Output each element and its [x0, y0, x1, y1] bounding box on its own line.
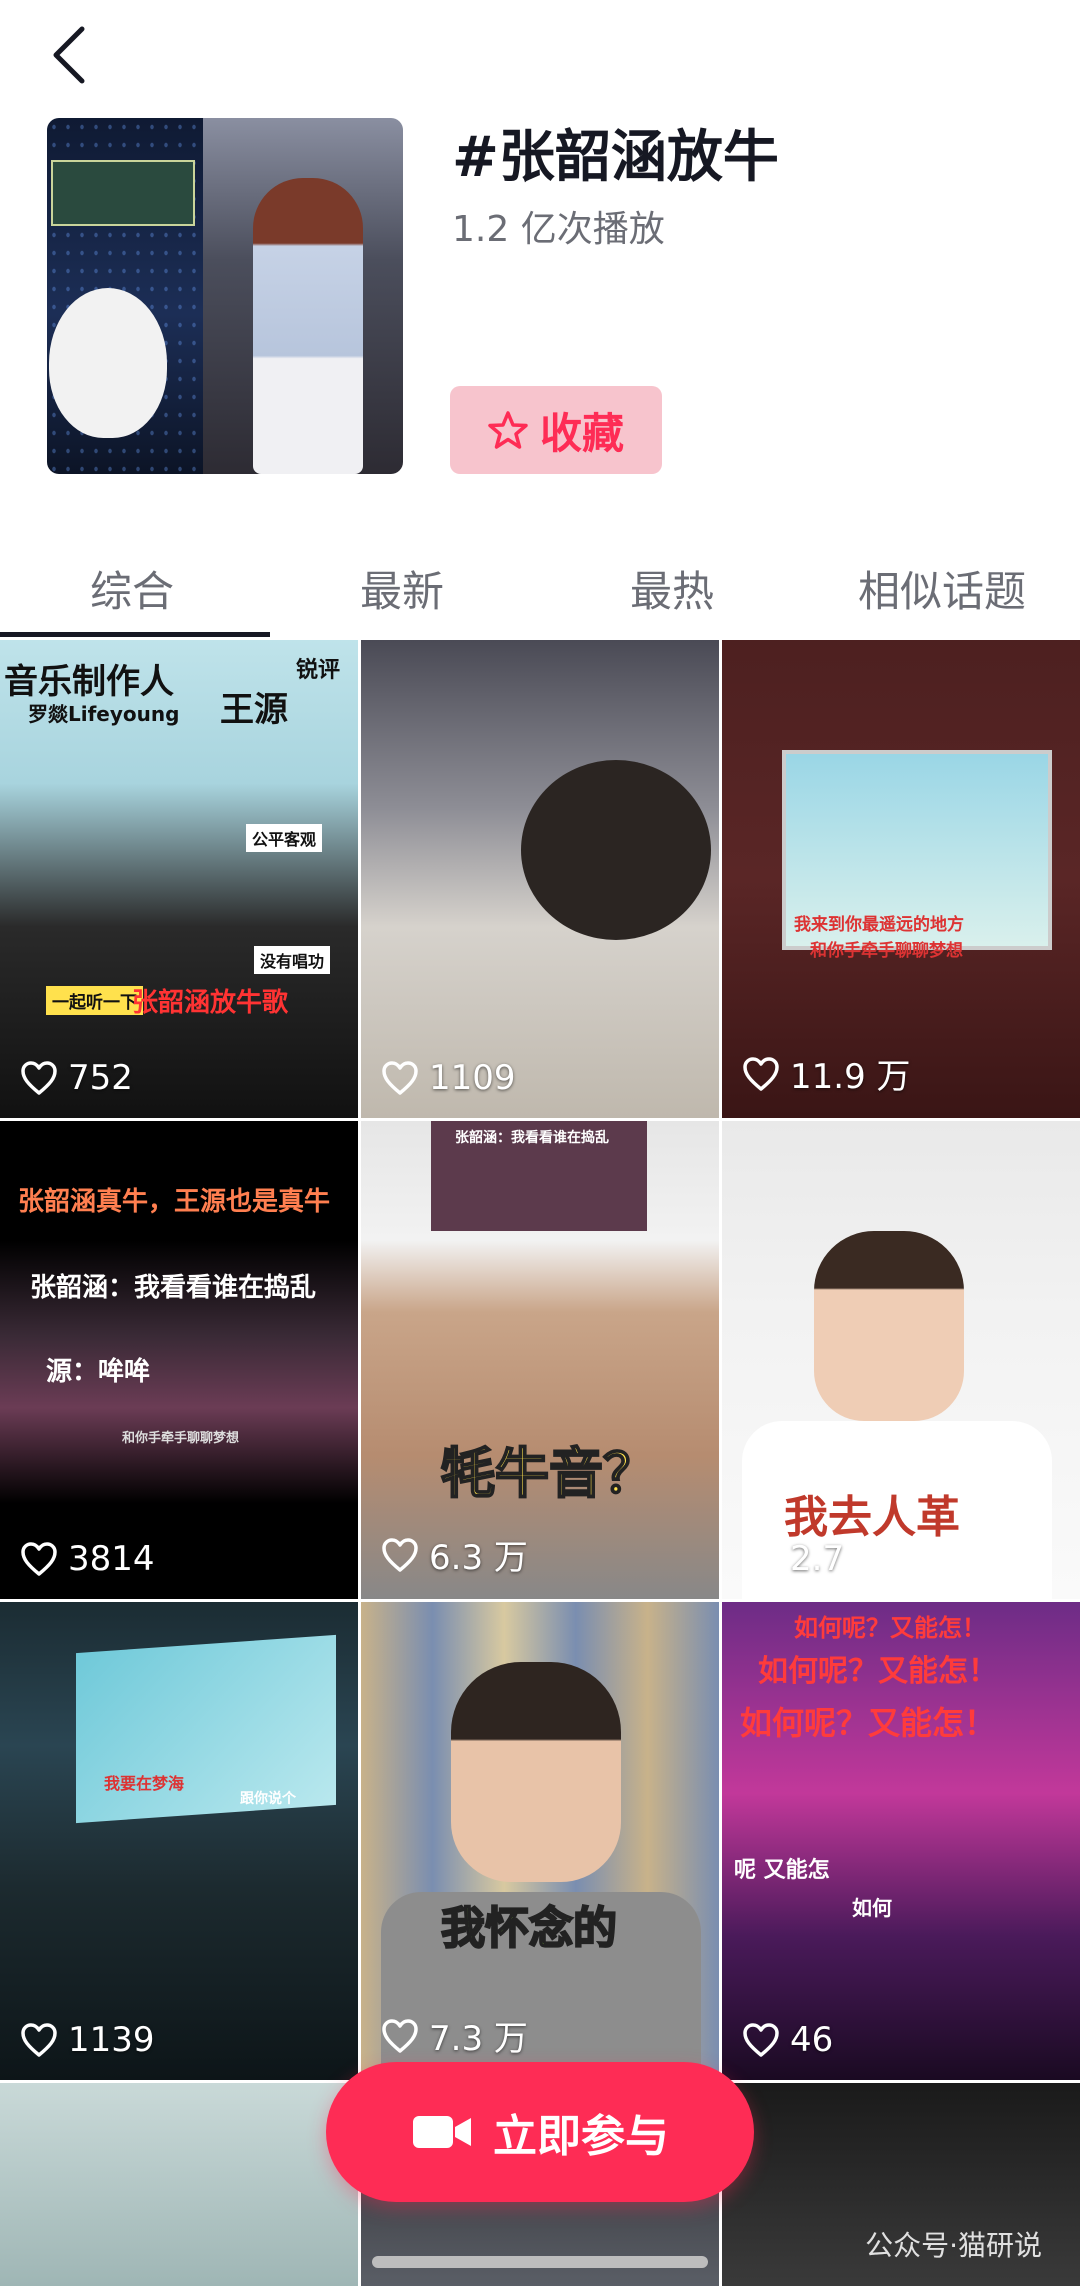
overlay-text: 张韶涵：我看看谁在捣乱 [30, 1273, 317, 1303]
video-tile[interactable]: 音乐制作人 锐评 罗燚Lifeyoung 王源 公平客观 没有唱功 一起听一下 … [0, 640, 358, 1118]
overlay-text: 如何呢？又能怎！ [758, 1654, 998, 1689]
like-count: 6.3 万 [381, 1530, 528, 1579]
heart-outline-icon [743, 2023, 779, 2057]
overlay-text: 没有唱功 [254, 946, 331, 974]
tab-similar-topics[interactable]: 相似话题 [858, 558, 1026, 619]
like-count: 46 [742, 2020, 833, 2060]
overlay-text: 牦牛音？ [440, 1441, 658, 1506]
topic-cover-image [47, 118, 403, 474]
tab-hottest[interactable]: 最热 [630, 558, 714, 619]
home-indicator [372, 2256, 708, 2268]
overlay-text: 我怀念的 [440, 1902, 618, 1955]
heart-outline-icon [382, 1061, 418, 1095]
video-tile[interactable]: 1109 [361, 640, 719, 1118]
like-count: 1139 [20, 2020, 155, 2060]
overlay-text: 呢 又能怎 [734, 1858, 830, 1883]
overlay-text: 如何呢？又能怎！ [740, 1704, 997, 1742]
overlay-text: 一起听一下 [46, 986, 143, 1015]
overlay-text: 张韶涵真牛，王源也是真牛 [18, 1187, 331, 1217]
overlay-text: 如何 [852, 1896, 892, 1920]
video-tile[interactable]: 我要在梦海 跟你说个 1139 [0, 1602, 358, 2080]
video-tile[interactable]: 我怀念的 7.3 万 [361, 1602, 719, 2080]
overlay-text: 我去人革 [784, 1492, 960, 1543]
heart-outline-icon [382, 1537, 418, 1572]
heart-outline-icon [21, 1061, 57, 1095]
join-now-button[interactable]: 立即参与 [326, 2062, 754, 2202]
overlay-text: 如何呢？又能怎！ [794, 1614, 986, 1642]
watermark: 公众号·猫研说 [865, 2229, 1042, 2262]
video-tile[interactable]: 我来到你最遥远的地方 和你手牵手聊聊梦想 11.9 万 [722, 640, 1080, 1118]
overlay-text: 源：哞哞 [46, 1357, 151, 1387]
video-tile[interactable]: 张韶涵：我看看谁在捣乱 牦牛音？ 6.3 万 [361, 1121, 719, 1599]
overlay-text: 锐评 [296, 658, 341, 683]
heart-outline-icon [743, 1542, 779, 1576]
overlay-text: 跟你说个 [240, 1791, 296, 1807]
tab-latest[interactable]: 最新 [360, 558, 444, 619]
back-button[interactable] [40, 20, 100, 90]
video-tile[interactable]: 我去人革 2.7 [722, 1121, 1080, 1599]
overlay-text: 张韶涵放牛歌 [132, 988, 289, 1018]
like-count: 2.7 [742, 1539, 844, 1579]
heart-outline-icon [743, 1056, 779, 1091]
star-outline-icon [488, 411, 528, 449]
tab-comprehensive[interactable]: 综合 [90, 558, 174, 619]
favorite-label: 收藏 [539, 408, 624, 458]
active-tab-indicator [0, 632, 270, 637]
join-now-label: 立即参与 [493, 2111, 669, 2162]
overlay-text: 我来到你最遥远的地方 [794, 915, 964, 935]
play-count: 1.2 亿次播放 [452, 209, 665, 250]
heart-outline-icon [382, 2018, 418, 2053]
like-count: 3814 [20, 1539, 155, 1579]
overlay-text: 张韶涵：我看看谁在捣乱 [455, 1130, 609, 1146]
like-count: 11.9 万 [742, 1049, 911, 1098]
tab-bar: 综合 最新 最热 相似话题 [0, 540, 1080, 640]
overlay-text: 音乐制作人 [4, 662, 174, 702]
topic-title: #张韶涵放牛 [452, 125, 779, 190]
heart-outline-icon [21, 2023, 57, 2057]
heart-outline-icon [21, 1542, 57, 1576]
video-camera-icon [413, 2116, 471, 2148]
overlay-text: 和你手牵手聊聊梦想 [810, 941, 963, 961]
like-count: 1109 [381, 1058, 516, 1098]
overlay-text: 罗燚Lifeyoung [28, 702, 180, 726]
video-tile[interactable]: 如何呢？又能怎！ 如何呢？又能怎！ 如何呢？又能怎！ 呢 又能怎 如何 46 [722, 1602, 1080, 2080]
like-count: 7.3 万 [381, 2011, 528, 2060]
chevron-left-icon [53, 26, 85, 84]
overlay-text: 我要在梦海 [104, 1774, 185, 1793]
overlay-text: 公平客观 [246, 824, 323, 852]
favorite-button[interactable]: 收藏 [450, 386, 662, 474]
like-count: 752 [20, 1058, 133, 1098]
video-tile[interactable]: 张韶涵真牛，王源也是真牛 张韶涵：我看看谁在捣乱 源：哞哞 和你手牵手聊聊梦想 … [0, 1121, 358, 1599]
video-tile[interactable] [0, 2083, 358, 2286]
overlay-text: 和你手牵手聊聊梦想 [122, 1431, 240, 1446]
overlay-text: 王源 [220, 690, 288, 730]
